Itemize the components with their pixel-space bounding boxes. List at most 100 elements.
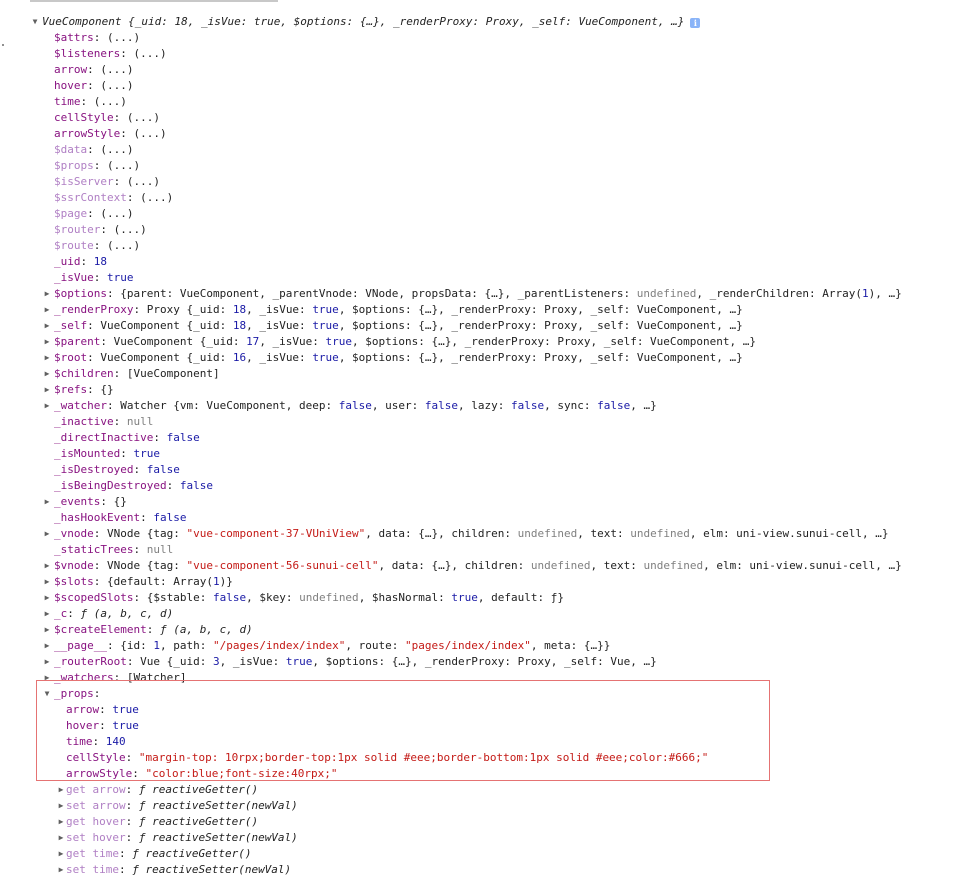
property-row[interactable]: cellStyle: (...) xyxy=(0,110,965,126)
object-header-row[interactable]: ▼ VueComponent {_uid: 18, _isVue: true, … xyxy=(0,14,965,30)
collapsed-triangle-icon[interactable]: ▶ xyxy=(42,286,52,302)
collapsed-triangle-icon[interactable]: ▶ xyxy=(42,334,52,350)
property-key: $options xyxy=(54,287,107,300)
property-row[interactable]: ▶ $vnode: VNode {tag: "vue-component-56-s… xyxy=(0,558,965,574)
property-row[interactable]: arrowStyle: (...) xyxy=(0,126,965,142)
property-key: get time xyxy=(66,847,119,860)
collapsed-triangle-icon[interactable]: ▶ xyxy=(42,670,52,686)
property-row[interactable]: $page: (...) xyxy=(0,206,965,222)
expanded-triangle-icon[interactable]: ▼ xyxy=(42,686,52,702)
property-row[interactable]: $router: (...) xyxy=(0,222,965,238)
collapsed-triangle-icon[interactable]: ▶ xyxy=(42,350,52,366)
property-row[interactable]: $props: (...) xyxy=(0,158,965,174)
property-value: ƒ reactiveSetter(newVal) xyxy=(138,799,298,812)
property-row[interactable]: ▶ $refs: {} xyxy=(0,382,965,398)
property-row[interactable]: ▼ _props: xyxy=(0,686,965,702)
collapsed-triangle-icon[interactable]: ▶ xyxy=(42,494,52,510)
property-value: ƒ (a, b, c, d) xyxy=(80,607,174,620)
property-row[interactable]: ▶ $slots: {default: Array(1)} xyxy=(0,574,965,590)
property-row[interactable]: arrow: (...) xyxy=(0,62,965,78)
property-key: time xyxy=(66,735,93,748)
collapsed-triangle-icon[interactable]: ▶ xyxy=(42,318,52,334)
property-row[interactable]: ▶ set time: ƒ reactiveSetter(newVal) xyxy=(0,862,965,878)
property-row[interactable]: $route: (...) xyxy=(0,238,965,254)
property-row[interactable]: ▶ _watcher: Watcher {vm: VueComponent, de… xyxy=(0,398,965,414)
collapsed-triangle-icon[interactable]: ▶ xyxy=(42,526,52,542)
property-row[interactable]: hover: (...) xyxy=(0,78,965,94)
collapsed-triangle-icon[interactable]: ▶ xyxy=(42,382,52,398)
property-value: 140 xyxy=(105,735,126,748)
collapsed-triangle-icon[interactable]: ▶ xyxy=(42,638,52,654)
property-row[interactable]: hover: true xyxy=(0,718,965,734)
property-row[interactable]: ▶ __page__: {id: 1, path: "/pages/index/i… xyxy=(0,638,965,654)
property-value: VueComponent {_uid: 18, _isVue: true, $o… xyxy=(100,319,743,332)
property-value: null xyxy=(126,415,154,428)
property-row[interactable]: ▶ set hover: ƒ reactiveSetter(newVal) xyxy=(0,830,965,846)
property-row[interactable]: ▶ $createElement: ƒ (a, b, c, d) xyxy=(0,622,965,638)
property-key: $router xyxy=(54,223,101,236)
expanded-triangle-icon[interactable]: ▼ xyxy=(30,14,40,30)
property-value: true xyxy=(133,447,160,460)
property-row[interactable]: cellStyle: "margin-top: 10rpx;border-top… xyxy=(0,750,965,766)
property-row[interactable]: ▶ set arrow: ƒ reactiveSetter(newVal) xyxy=(0,798,965,814)
property-row[interactable]: ▶ _routerRoot: Vue {_uid: 3, _isVue: true… xyxy=(0,654,965,670)
property-row[interactable]: $listeners: (...) xyxy=(0,46,965,62)
property-row[interactable]: ▶ _self: VueComponent {_uid: 18, _isVue: … xyxy=(0,318,965,334)
collapsed-triangle-icon[interactable]: ▶ xyxy=(42,622,52,638)
property-row[interactable]: _hasHookEvent: false xyxy=(0,510,965,526)
property-value: true xyxy=(112,719,139,732)
collapsed-triangle-icon[interactable]: ▶ xyxy=(42,590,52,606)
property-row[interactable]: ▶ $children: [VueComponent] xyxy=(0,366,965,382)
property-row[interactable]: _uid: 18 xyxy=(0,254,965,270)
property-row[interactable]: ▶ get arrow: ƒ reactiveGetter() xyxy=(0,782,965,798)
property-value: "margin-top: 10rpx;border-top:1px solid … xyxy=(138,751,709,764)
collapsed-triangle-icon[interactable]: ▶ xyxy=(56,798,66,814)
property-row[interactable]: ▶ _vnode: VNode {tag: "vue-component-37-V… xyxy=(0,526,965,542)
property-row[interactable]: _inactive: null xyxy=(0,414,965,430)
property-row[interactable]: _isBeingDestroyed: false xyxy=(0,478,965,494)
property-row[interactable]: ▶ $options: {parent: VueComponent, _paren… xyxy=(0,286,965,302)
collapsed-triangle-icon[interactable]: ▶ xyxy=(42,574,52,590)
property-row[interactable]: _isVue: true xyxy=(0,270,965,286)
collapsed-triangle-icon[interactable]: ▶ xyxy=(42,654,52,670)
property-row[interactable]: ▶ _watchers: [Watcher] xyxy=(0,670,965,686)
property-row[interactable]: ▶ get time: ƒ reactiveGetter() xyxy=(0,846,965,862)
property-row[interactable]: ▶ $parent: VueComponent {_uid: 17, _isVue… xyxy=(0,334,965,350)
property-row[interactable]: ▶ _c: ƒ (a, b, c, d) xyxy=(0,606,965,622)
collapsed-triangle-icon[interactable]: ▶ xyxy=(42,606,52,622)
property-row[interactable]: arrow: true xyxy=(0,702,965,718)
property-row[interactable]: $data: (...) xyxy=(0,142,965,158)
property-row[interactable]: ▶ _renderProxy: Proxy {_uid: 18, _isVue: … xyxy=(0,302,965,318)
property-value: (...) xyxy=(140,191,174,204)
property-key: _c xyxy=(54,607,68,620)
collapsed-triangle-icon[interactable]: ▶ xyxy=(42,302,52,318)
property-value: VueComponent {_uid: 17, _isVue: true, $o… xyxy=(113,335,757,348)
property-row[interactable]: $attrs: (...) xyxy=(0,30,965,46)
property-row[interactable]: $ssrContext: (...) xyxy=(0,190,965,206)
property-value: "color:blue;font-size:40rpx;" xyxy=(145,767,338,780)
info-icon[interactable]: i xyxy=(690,18,701,28)
property-row[interactable]: arrowStyle: "color:blue;font-size:40rpx;… xyxy=(0,766,965,782)
collapsed-triangle-icon[interactable]: ▶ xyxy=(56,862,66,878)
collapsed-triangle-icon[interactable]: ▶ xyxy=(42,558,52,574)
collapsed-triangle-icon[interactable]: ▶ xyxy=(56,782,66,798)
property-row[interactable]: _directInactive: false xyxy=(0,430,965,446)
collapsed-triangle-icon[interactable]: ▶ xyxy=(56,830,66,846)
collapsed-triangle-icon[interactable]: ▶ xyxy=(42,366,52,382)
collapsed-triangle-icon[interactable]: ▶ xyxy=(56,846,66,862)
property-row[interactable]: ▶ _events: {} xyxy=(0,494,965,510)
property-row[interactable]: ▶ get hover: ƒ reactiveGetter() xyxy=(0,814,965,830)
collapsed-triangle-icon[interactable]: ▶ xyxy=(42,398,52,414)
property-value: {default: Array(1)} xyxy=(107,575,233,588)
property-row[interactable]: time: 140 xyxy=(0,734,965,750)
property-row[interactable]: ▶ $root: VueComponent {_uid: 16, _isVue: … xyxy=(0,350,965,366)
property-row[interactable]: ▶ $scopedSlots: {$stable: false, $key: un… xyxy=(0,590,965,606)
property-row[interactable]: _staticTrees: null xyxy=(0,542,965,558)
collapsed-triangle-icon[interactable]: ▶ xyxy=(56,814,66,830)
property-row[interactable]: time: (...) xyxy=(0,94,965,110)
property-key: cellStyle xyxy=(54,111,114,124)
property-row[interactable]: _isDestroyed: false xyxy=(0,462,965,478)
property-row[interactable]: $isServer: (...) xyxy=(0,174,965,190)
property-row[interactable]: _isMounted: true xyxy=(0,446,965,462)
property-value: (...) xyxy=(107,31,141,44)
